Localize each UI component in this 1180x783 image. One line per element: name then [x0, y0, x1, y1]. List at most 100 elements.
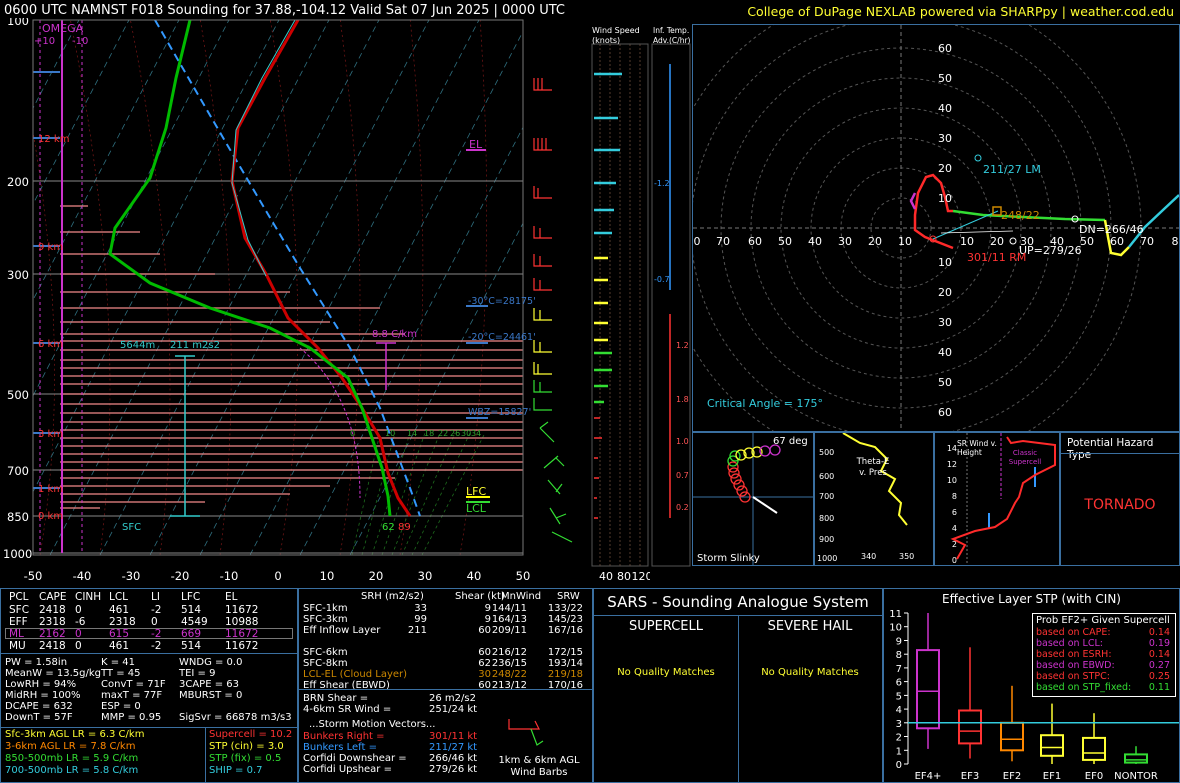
t-tick: -20: [171, 569, 190, 583]
sr-wind-panel: 14 12 10 8 6 4 2 0 SR Wind v. Height Cla…: [934, 432, 1060, 566]
srw-title: SR Wind v. Height: [957, 439, 997, 457]
kin-cell: 172/15: [547, 647, 583, 658]
parcel-cell: 2418: [39, 640, 66, 652]
hodo-x-tick: 40: [808, 235, 822, 248]
stp-category: EF1: [1043, 771, 1061, 782]
sars-supercell: SUPERCELL: [629, 619, 703, 634]
hazard-title: Potential Hazard Type: [1067, 437, 1154, 461]
lapse-rate: 3-6km AGL LR = 7.8 C/km: [5, 741, 136, 752]
parcel-cell: 0: [75, 604, 82, 616]
stp-y-tick: 2: [896, 733, 902, 744]
motion-value: 211/27 kt: [429, 742, 478, 753]
motion-value: 266/46 kt: [429, 753, 478, 764]
parcel-cell: 11672: [225, 604, 259, 616]
skewt-panel: 100 200 300 500 700 850 1000 -50 -40 -30…: [3, 18, 573, 583]
theta-p-tick: 900: [819, 535, 834, 544]
hodo-ring-label: 50: [938, 376, 952, 389]
motion-title: ...Storm Motion Vectors...: [309, 719, 436, 730]
kin-label: 4-6km SR Wind =: [303, 704, 392, 715]
height-label: 0 km: [38, 511, 63, 522]
eff-srh: 211 m2s2: [170, 340, 220, 351]
p-tick: 850: [7, 510, 29, 524]
prob-label: based on LCL:: [1036, 638, 1103, 649]
kin-cell: LCL-EL (Cloud Layer): [303, 669, 408, 680]
hodo-ring-label: 20: [938, 286, 952, 299]
hodo-0-3km: [913, 173, 954, 250]
prob-value: 0.11: [1148, 682, 1170, 693]
kin-cell: SFC-6km: [303, 647, 348, 658]
wetbulb-tick: 14: [407, 429, 417, 438]
hodo-x-tick: 70: [1140, 235, 1154, 248]
kin-cell: 144/11: [491, 603, 527, 614]
height-label: 1 km: [38, 484, 63, 495]
stp-category: EF3: [961, 771, 979, 782]
kin-cell: 236/15: [491, 658, 527, 669]
theta-title: Theta-E v. Pres: [856, 457, 890, 478]
wetbulb-tick: 0: [350, 429, 355, 438]
prob-value: 0.14: [1148, 649, 1170, 660]
wetbulb-tick: 26: [450, 429, 460, 438]
composite-index: SHIP = 0.7: [209, 765, 263, 776]
kin-label: BRN Shear =: [303, 693, 369, 704]
parcel-cell: 0: [75, 628, 82, 640]
kin-cell: 211: [407, 625, 427, 636]
kin-cell: Eff Inflow Layer: [303, 625, 381, 636]
wetbulb-tick: 10: [385, 429, 395, 438]
lapse-rate: 850-500mb LR = 5.9 C/km: [5, 753, 139, 764]
srw-label: Classic Supercell: [1008, 449, 1042, 466]
hodo-x-tick: 10: [898, 235, 912, 248]
hodo-x-tick: 20: [868, 235, 882, 248]
prob-label: based on ESRH:: [1036, 649, 1112, 660]
kin-header: Shear (kt): [455, 591, 505, 602]
stp-category: EF2: [1003, 771, 1021, 782]
index-value: DCAPE = 632: [5, 701, 73, 712]
prob-value: 0.27: [1148, 660, 1170, 671]
parcel-cell: 11672: [225, 628, 259, 640]
t-tick: 10: [320, 569, 335, 583]
index-value: SigSvr = 66878 m3/s3: [179, 712, 292, 723]
sars-supercell-nomatch: No Quality Matches: [617, 667, 715, 678]
hodo-x-tick: 60: [1110, 235, 1124, 248]
p-tick: 1000: [3, 547, 32, 561]
p-tick: 100: [7, 18, 29, 28]
kin-cell: 60: [478, 647, 491, 658]
hodo-rm-label: 301/11 RM: [967, 251, 1026, 264]
kin-header: SRH (m2/s2): [361, 591, 424, 602]
parcel-cell: 461: [109, 604, 130, 616]
theta-x-tick: 340: [861, 552, 876, 561]
index-value: MMP = 0.95: [101, 712, 162, 723]
index-value: DownT = 57F: [5, 712, 73, 723]
parcel-header: LFC: [181, 591, 201, 603]
stp-y-tick: 4: [896, 705, 902, 716]
kin-cell: 9: [484, 603, 491, 614]
adv-value: 1.2: [676, 341, 689, 350]
hodo-dn-label: DN=266/46: [1079, 223, 1144, 236]
hodo-x-tick: 60: [748, 235, 762, 248]
t-tick: -30: [122, 569, 141, 583]
kin-cell: SFC-3km: [303, 614, 348, 625]
prob-label: based on STPC:: [1036, 671, 1110, 682]
t-tick: -50: [24, 569, 43, 583]
parcel-cell: -6: [75, 616, 86, 628]
stp-category: EF4+: [915, 771, 942, 782]
motion-value: 301/11 kt: [429, 731, 478, 742]
hodo-x-tick: 50: [1080, 235, 1094, 248]
index-value: PW = 1.58in: [5, 657, 68, 668]
index-value: MBURST = 0: [179, 690, 243, 701]
sars-title: SARS - Sounding Analogue System: [607, 593, 869, 611]
srw-y-tick: 2: [952, 540, 957, 549]
index-value: MidRH = 100%: [5, 690, 81, 701]
temp-adv-title: Inf. Temp. Adv.(C/hr): [653, 26, 691, 45]
wind-speed-tick: 80: [617, 570, 631, 583]
t-tick: 20: [369, 569, 384, 583]
kin-cell: SFC-1km: [303, 603, 348, 614]
kin-cell: 216/12: [491, 647, 527, 658]
stp-y-tick: 9: [896, 637, 902, 648]
kin-cell: 99: [414, 614, 427, 625]
srw-y-tick: 12: [947, 460, 957, 469]
lapse-rate: 700-500mb LR = 5.8 C/km: [5, 765, 139, 776]
theta-e-panel: 500 600 700 800 900 1000 340 350 Theta-E…: [814, 432, 934, 566]
lapse-rate: Sfc-3km AGL LR = 6.3 C/km: [5, 729, 145, 740]
motion-label: Corfidi Downshear =: [303, 753, 407, 764]
motion-label: Corfidi Upshear =: [303, 764, 392, 775]
